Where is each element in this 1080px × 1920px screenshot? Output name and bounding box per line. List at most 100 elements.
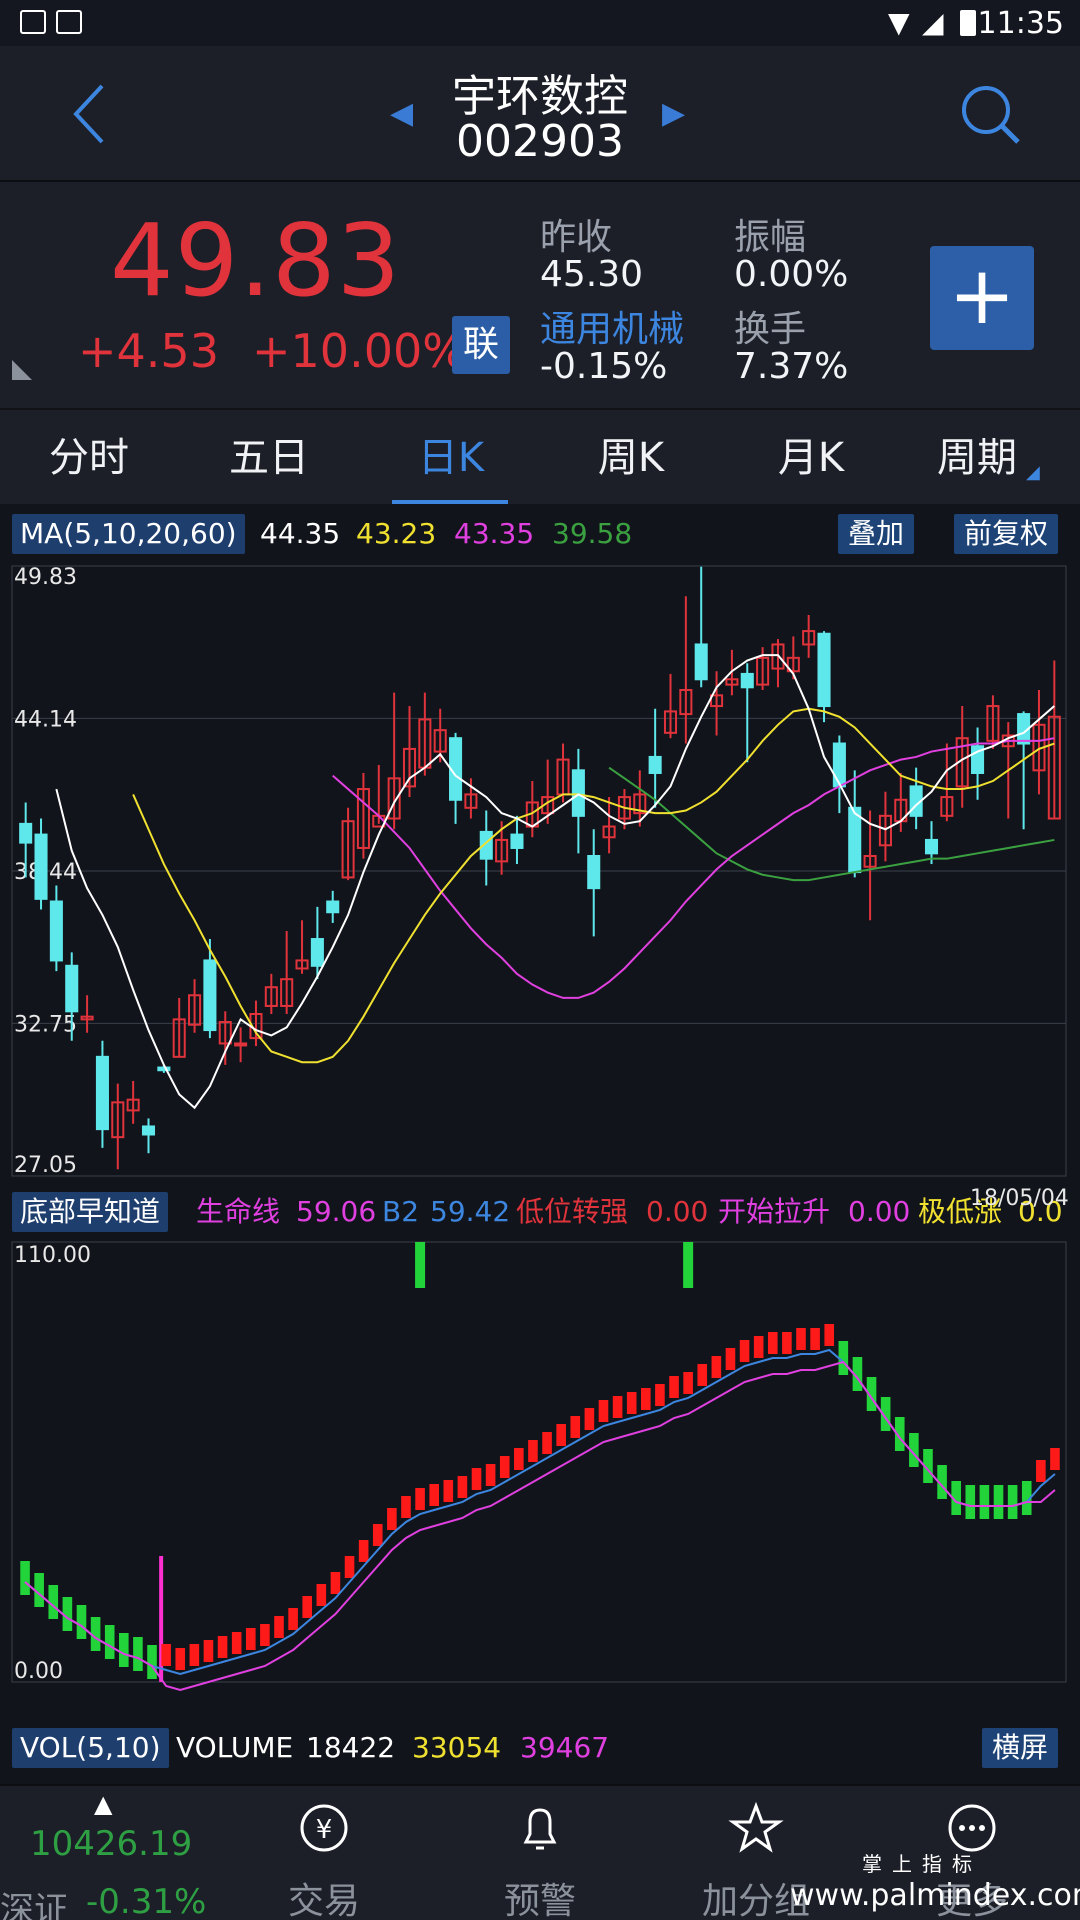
y-tick-label: 32.75 [14,1012,77,1037]
nav-alert-label: 预警 [503,1881,576,1920]
expand-up-icon[interactable]: ▲ [94,1790,112,1818]
star-icon [728,1801,784,1853]
indicator-legend-label[interactable]: 底部早知道 [12,1192,169,1232]
candle-body [34,833,48,900]
tab-weekly-k[interactable]: 周K [546,410,716,506]
tab-period[interactable]: 周期 [892,410,1062,506]
stock-header: ◀ ▶ 宇环数控 002903 [0,46,1080,182]
indicator-bar [810,1328,820,1350]
indicator-bar [119,1633,129,1667]
amplitude-value: 0.00% [734,254,849,295]
indicator-bar [330,1572,341,1594]
period-dropdown-icon: ◢ [1026,462,1040,483]
candle-body [141,1125,156,1136]
indicator-bar [161,1644,171,1666]
turnover-value: 7.37% [734,346,849,387]
indicator-bar [796,1328,806,1350]
watermark: www.palmindex.com [790,1878,1080,1913]
life-line-value: 59.06 [296,1195,377,1228]
landscape-button[interactable]: 横屏 [982,1728,1059,1768]
sector-link[interactable]: 通用机械 [540,300,684,352]
indicator-bar [514,1448,524,1470]
vol-ma10-value: 39467 [520,1731,610,1764]
index-name: 深证 [0,1890,68,1920]
indicator-bar [415,1488,425,1510]
indicator-bar [542,1432,552,1454]
indicator-bar [274,1616,284,1638]
indicator-bar [1050,1448,1060,1470]
candle-body [157,1066,171,1072]
low-strong-label: 低位转强 [516,1195,629,1228]
chart-tabs: 分时 五日 日K 周K 月K 周期 ◢ [0,408,1080,506]
indicator-bar [598,1400,609,1422]
indicator-bar [485,1464,496,1486]
ma-legend-label[interactable]: MA(5,10,20,60) [12,514,245,554]
indicator-bar [133,1637,143,1671]
ma10-value: 43.23 [356,517,437,550]
y-tick-label: 44.14 [14,707,77,732]
volume-value: 18422 [306,1731,396,1764]
index-value[interactable]: 10426.19 [30,1824,192,1864]
search-icon[interactable] [960,84,1024,148]
tab-daily-k[interactable]: 日K [366,410,536,506]
image-icon [20,10,46,34]
vol-legend-label[interactable]: VOL(5,10) [12,1728,169,1768]
indicator-bar [429,1484,439,1506]
wifi-icon: ▼ [888,6,910,39]
indicator-bar [612,1396,623,1418]
current-price: 49.83 [110,202,402,319]
indicator-bar [387,1508,397,1530]
low-strong-value: 0.00 [646,1195,709,1228]
price-change: +4.53 [78,324,219,378]
candle-body [832,742,846,788]
b2-line [24,1348,1056,1676]
indicator-bar [655,1384,665,1406]
candle-body [510,833,524,849]
indicator-bar [965,1485,976,1519]
vol-ma5-value: 33054 [412,1731,502,1764]
prev-close-value: 45.30 [540,254,644,295]
sector-change: -0.15% [540,346,668,387]
b2-label: B2 [382,1195,420,1228]
status-bar: ▼ ◢ 11:35 [0,0,1080,46]
signal-bar [683,1242,694,1288]
candle-body [740,672,754,689]
volume-label: VOLUME [176,1731,294,1764]
stock-code: 002903 [456,116,624,167]
indicator-bar [556,1424,566,1446]
tab-monthly-k[interactable]: 月K [726,410,896,506]
indicator-bar [457,1476,468,1498]
indicator-bar [782,1332,792,1354]
candle-body [19,822,33,844]
add-watchlist-button[interactable]: + [930,246,1034,350]
start-rise-label: 开始拉升 [718,1195,831,1228]
tab-five-day[interactable]: 五日 [184,410,354,506]
indicator-bar [217,1636,228,1658]
indicator-bar [499,1456,510,1478]
linked-button[interactable]: 联 [452,316,510,374]
indicator-bar [626,1392,637,1414]
yen-refresh-icon: ¥ [300,1804,348,1852]
bell-icon [523,1808,557,1850]
indicator-bar [316,1584,327,1606]
adjust-button[interactable]: 前复权 [954,514,1059,554]
indicator-bar [979,1485,990,1519]
nav-trade[interactable]: ¥ 交易 [234,1786,414,1920]
indicator-bar [260,1624,270,1646]
indicator-bar [824,1324,835,1346]
candle-body [694,643,708,681]
candle-body [571,769,585,817]
price-change-pct: +10.00% [252,324,466,378]
indicator-bar [288,1608,298,1630]
candle-body [817,632,831,708]
nav-alert[interactable]: 预警 [450,1786,630,1920]
candlestick-chart[interactable]: 49.8344.1438.4432.7527.05 [0,556,1080,1190]
indicator-chart[interactable]: 110.00 0.00 [0,1232,1080,1732]
tab-intraday[interactable]: 分时 [4,410,174,506]
ma5-line [55,654,1055,1110]
font-icon [56,10,82,34]
corner-triangle-icon [12,360,32,380]
candle-body [924,838,939,855]
prev-close-label: 昨收 [540,217,613,258]
overlay-button[interactable]: 叠加 [838,514,915,554]
